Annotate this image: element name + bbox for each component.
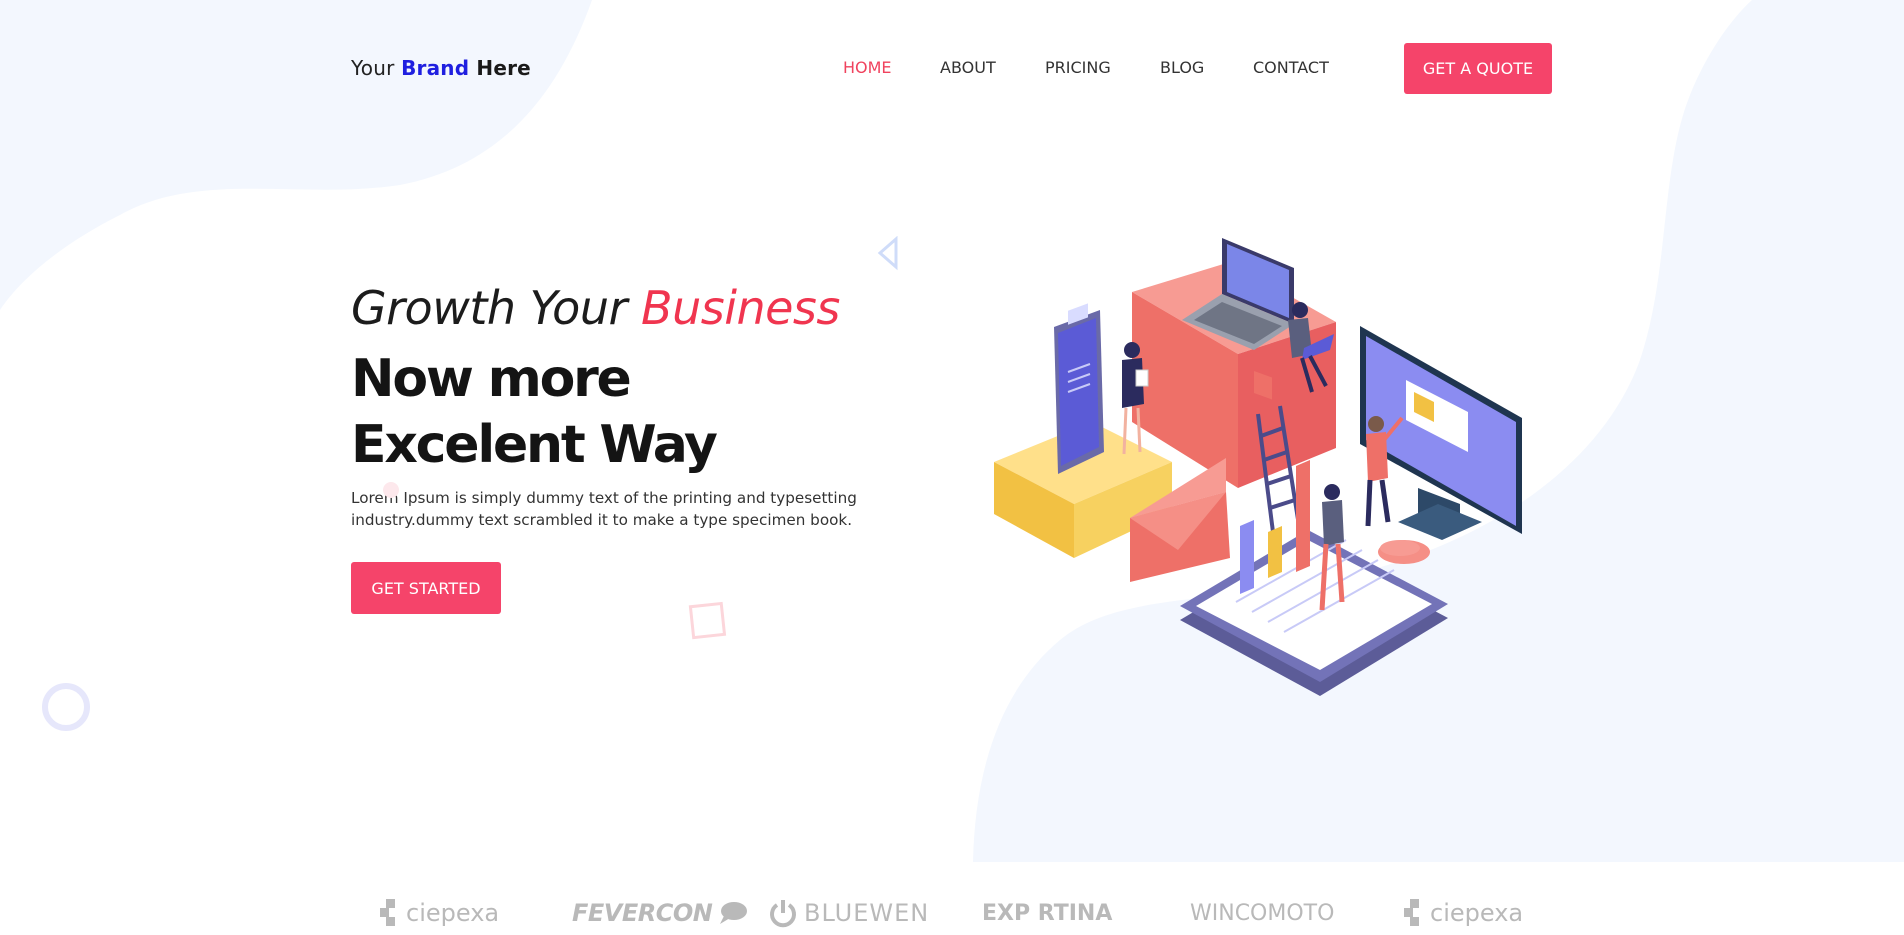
partner-logo-bluewen[interactable]: BLUEWEN: [768, 896, 929, 930]
nav-contact[interactable]: CONTACT: [1253, 58, 1329, 77]
hero-subtitle-prefix: Growth Your: [351, 281, 642, 335]
partner-name: BLUEWEN: [804, 899, 930, 927]
small-dot-icon: [383, 482, 399, 498]
partner-strip-background: [0, 862, 1904, 935]
square-outline-icon: [688, 601, 727, 640]
get-started-button[interactable]: GET STARTED: [351, 562, 501, 614]
partner-name: ciepexa: [1430, 899, 1524, 927]
brand-highlight: Brand: [401, 56, 470, 80]
circle-outline-icon: [42, 683, 90, 731]
brand-prefix: Your: [351, 56, 402, 80]
get-a-quote-button[interactable]: GET A QUOTE: [1404, 43, 1552, 94]
partner-logo-fevercon[interactable]: FEVERCON: [572, 896, 754, 930]
partner-name: FEVERCON: [572, 899, 713, 927]
ciepexa-logo-icon: [380, 899, 395, 926]
power-icon: [770, 900, 796, 928]
hero-section: Growth Your Business Now more Excelent W…: [351, 280, 871, 614]
nav-about[interactable]: ABOUT: [940, 58, 996, 77]
hero-title: Now more Excelent Way: [351, 349, 718, 475]
hero-description: Lorem Ipsum is simply dummy text of the …: [351, 489, 857, 529]
partner-name: ciepexa: [406, 899, 500, 927]
brand-logo[interactable]: Your Brand Here: [351, 56, 531, 80]
mouse-device: [1378, 540, 1430, 564]
partner-logo-expertina[interactable]: EXP RTINA: [982, 896, 1112, 930]
nav-pricing[interactable]: PRICING: [1045, 58, 1111, 77]
hero-illustration: [994, 238, 1522, 696]
ciepexa-logo-icon: [1404, 899, 1419, 926]
partner-name: WINCOMOTO: [1190, 900, 1335, 926]
speech-bubble-icon: [720, 902, 748, 924]
brand-suffix: Here: [469, 56, 531, 80]
partner-logo-ciepexa-2[interactable]: ciepexa: [1404, 896, 1523, 930]
nav-blog[interactable]: BLOG: [1160, 58, 1204, 77]
partner-logo-ciepexa[interactable]: ciepexa: [380, 896, 499, 930]
hero-subtitle: Growth Your Business: [351, 280, 871, 336]
phone-device: [1054, 303, 1104, 474]
partner-logo-wincomoto[interactable]: WINCOMOTO: [1190, 896, 1334, 930]
partner-name: EXP RTINA: [982, 900, 1113, 926]
nav-home[interactable]: HOME: [843, 58, 892, 77]
background-shapes: [0, 0, 1904, 862]
hero-subtitle-accent: Business: [641, 281, 840, 335]
site-header: Your Brand Here HOME ABOUT PRICING BLOG …: [0, 0, 1904, 140]
triangle-outline-icon: [877, 236, 898, 271]
